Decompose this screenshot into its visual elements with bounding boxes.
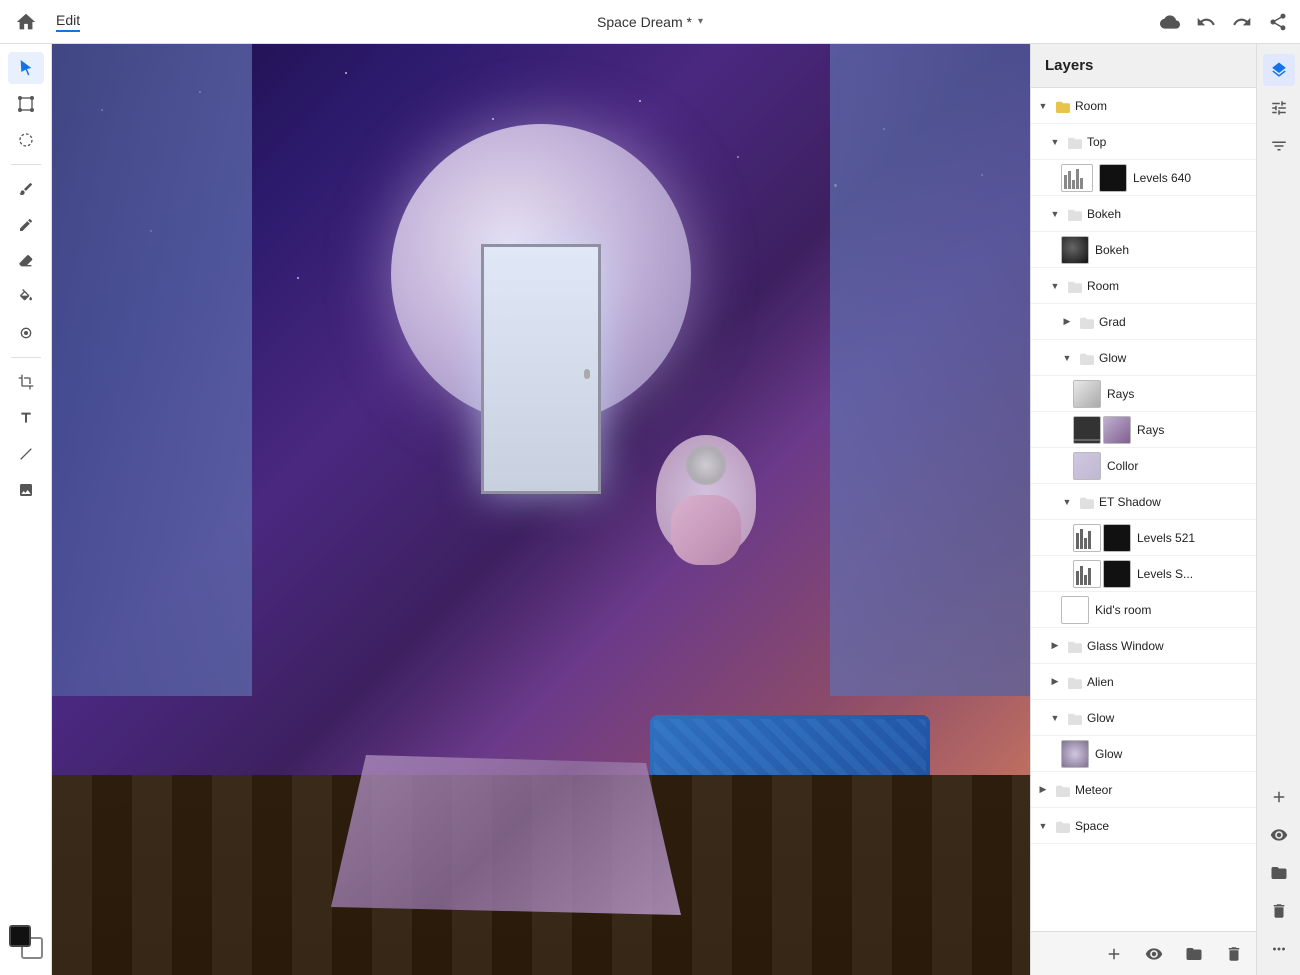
thumb-collor bbox=[1073, 452, 1101, 480]
folder-icon-bokeh bbox=[1063, 202, 1087, 226]
thumb-levels640 bbox=[1061, 164, 1093, 192]
toggle-alien[interactable]: ▶ bbox=[1047, 674, 1063, 690]
thumb-bokeh bbox=[1061, 236, 1089, 264]
wall-right bbox=[830, 44, 1030, 696]
rug-element bbox=[331, 755, 681, 915]
crop-tool[interactable] bbox=[8, 366, 44, 398]
filters-panel-btn[interactable] bbox=[1263, 130, 1295, 162]
eye-right-btn[interactable] bbox=[1263, 819, 1295, 851]
toggle-bokeh[interactable]: ▼ bbox=[1047, 206, 1063, 222]
home-icon[interactable] bbox=[12, 8, 40, 36]
thumb-rays2-dark bbox=[1073, 416, 1101, 444]
select-tool[interactable] bbox=[8, 52, 44, 84]
doc-title[interactable]: Space Dream * ▾ bbox=[597, 14, 703, 30]
topbar: Edit Space Dream * ▾ bbox=[0, 0, 1300, 44]
folder-icon-glow2 bbox=[1063, 706, 1087, 730]
cloud-icon[interactable] bbox=[1160, 12, 1180, 32]
image-tool[interactable] bbox=[8, 474, 44, 506]
sep1 bbox=[11, 164, 41, 165]
toggle-etshadow[interactable]: ▼ bbox=[1059, 494, 1075, 510]
astronaut-element bbox=[656, 435, 756, 555]
wall-left bbox=[52, 44, 252, 696]
thumb-glow2 bbox=[1061, 740, 1089, 768]
canvas-area[interactable] bbox=[52, 44, 1030, 975]
undo-icon[interactable] bbox=[1196, 12, 1216, 32]
topbar-right-icons bbox=[1160, 12, 1288, 32]
edit-tab[interactable]: Edit bbox=[56, 12, 80, 32]
eraser-tool[interactable] bbox=[8, 245, 44, 277]
folder-icon-top bbox=[1063, 130, 1087, 154]
folder-icon-meteor bbox=[1051, 778, 1075, 802]
thumb-levels640-black bbox=[1099, 164, 1127, 192]
folder-icon-grad bbox=[1075, 310, 1099, 334]
text-tool[interactable] bbox=[8, 402, 44, 434]
canvas-content bbox=[52, 44, 1030, 975]
toggle-grad[interactable]: ▶ bbox=[1059, 314, 1075, 330]
add-right-btn[interactable] bbox=[1263, 781, 1295, 813]
redo-icon[interactable] bbox=[1232, 12, 1252, 32]
toggle-meteor[interactable]: ▶ bbox=[1035, 782, 1051, 798]
folder-icon-space bbox=[1051, 814, 1075, 838]
thumb-rays1 bbox=[1073, 380, 1101, 408]
adjustments-panel-btn[interactable] bbox=[1263, 92, 1295, 124]
folder-icon-glasswindow bbox=[1063, 634, 1087, 658]
folder-icon-room bbox=[1051, 94, 1075, 118]
more-right-btn[interactable] bbox=[1263, 933, 1295, 965]
fg-color-swatch[interactable] bbox=[9, 925, 31, 947]
line-tool[interactable] bbox=[8, 438, 44, 470]
pencil-tool[interactable] bbox=[8, 209, 44, 241]
folder-icon-etshadow bbox=[1075, 490, 1099, 514]
transform-tool[interactable] bbox=[8, 88, 44, 120]
sep2 bbox=[11, 357, 41, 358]
toggle-glow[interactable]: ▼ bbox=[1059, 350, 1075, 366]
right-side-icons bbox=[1256, 44, 1300, 975]
toggle-glow2[interactable]: ▼ bbox=[1047, 710, 1063, 726]
folder-icon-room2 bbox=[1063, 274, 1087, 298]
thumb-levelss-bars bbox=[1073, 560, 1101, 588]
thumb-rays2-light bbox=[1103, 416, 1131, 444]
fill-tool[interactable] bbox=[8, 281, 44, 313]
main-area: Layers 👁 ▼ Room ▼ bbox=[0, 44, 1300, 975]
toggle-room2[interactable]: ▼ bbox=[1047, 278, 1063, 294]
clone-tool[interactable] bbox=[8, 317, 44, 349]
delete-action-btn[interactable] bbox=[1220, 940, 1248, 968]
folder-icon-glow bbox=[1075, 346, 1099, 370]
thumb-levels521-bars bbox=[1073, 524, 1101, 552]
lasso-tool[interactable] bbox=[8, 124, 44, 156]
eye-action-btn[interactable] bbox=[1140, 940, 1168, 968]
toggle-glasswindow[interactable]: ▶ bbox=[1047, 638, 1063, 654]
delete-right-btn[interactable] bbox=[1263, 895, 1295, 927]
add-layer-btn[interactable] bbox=[1100, 940, 1128, 968]
toggle-room[interactable]: ▼ bbox=[1035, 98, 1051, 114]
thumb-levelss-black bbox=[1103, 560, 1131, 588]
folder-right-btn[interactable] bbox=[1263, 857, 1295, 889]
share-icon[interactable] bbox=[1268, 12, 1288, 32]
thumb-kidsroom bbox=[1061, 596, 1089, 624]
brush-tool[interactable] bbox=[8, 173, 44, 205]
toggle-top[interactable]: ▼ bbox=[1047, 134, 1063, 150]
toggle-space[interactable]: ▼ bbox=[1035, 818, 1051, 834]
door-element bbox=[481, 244, 601, 494]
thumb-levels521-black bbox=[1103, 524, 1131, 552]
folder-icon-alien bbox=[1063, 670, 1087, 694]
layers-title: Layers bbox=[1045, 57, 1093, 74]
left-toolbar bbox=[0, 44, 52, 975]
layers-panel-btn[interactable] bbox=[1263, 54, 1295, 86]
folder-action-btn[interactable] bbox=[1180, 940, 1208, 968]
color-swatches bbox=[1, 909, 51, 967]
